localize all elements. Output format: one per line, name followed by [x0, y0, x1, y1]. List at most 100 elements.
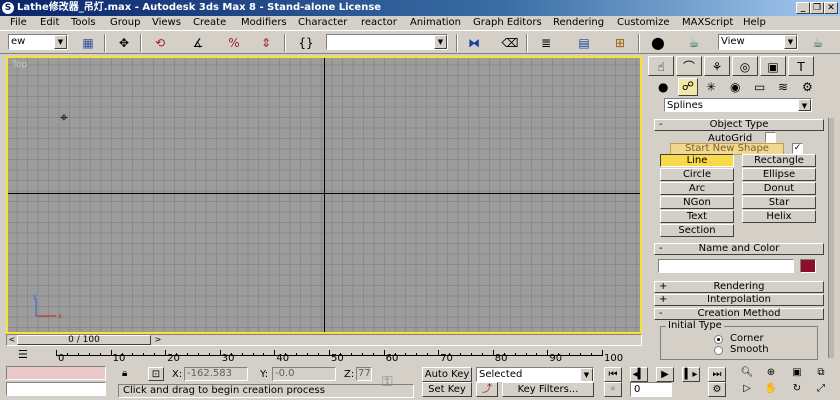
- auto-key-button[interactable]: Auto Key: [422, 367, 472, 382]
- angle-snap-icon[interactable]: ∡: [188, 34, 208, 52]
- field-of-view-icon[interactable]: ▷: [738, 382, 756, 397]
- x-coord-field[interactable]: -162.583: [184, 367, 248, 381]
- next-frame-arrow[interactable]: >: [153, 335, 163, 345]
- menu-graph-editors[interactable]: Graph Editors: [473, 16, 542, 30]
- set-key-button[interactable]: Set Key: [422, 382, 472, 397]
- material-editor-icon[interactable]: ⬤: [648, 34, 668, 52]
- arc-button[interactable]: Arc: [660, 182, 734, 195]
- pan-hand-icon[interactable]: ✋: [762, 382, 780, 397]
- ngon-button[interactable]: NGon: [660, 196, 734, 209]
- track-bar[interactable]: ☰ 0 10 20 30 40 50 60 70 80 90 100: [6, 348, 642, 366]
- object-color-swatch[interactable]: [800, 259, 816, 273]
- object-type-rollout-header[interactable]: - Object Type: [654, 119, 824, 131]
- menu-group[interactable]: Group: [110, 16, 140, 30]
- y-coord-field[interactable]: -0.0: [272, 367, 336, 381]
- menu-maxscript[interactable]: MAXScript: [682, 16, 733, 30]
- helpers-category-icon[interactable]: ▭: [754, 80, 765, 94]
- absolute-mode-transform-icon[interactable]: ⊡: [148, 367, 164, 381]
- star-button[interactable]: Star: [742, 196, 816, 209]
- track-ruler[interactable]: 0 10 20 30 40 50 60 70 80 90 100: [56, 348, 623, 364]
- autogrid-checkbox[interactable]: [765, 132, 776, 143]
- key-mode-toggle-icon[interactable]: ◦: [604, 382, 622, 397]
- lights-category-icon[interactable]: ✳: [706, 80, 716, 94]
- maximize-viewport-icon[interactable]: ⤢: [812, 382, 830, 397]
- select-by-name-icon[interactable]: ▦: [78, 34, 98, 52]
- set-key-icon[interactable]: ⚿: [382, 374, 393, 390]
- menu-views[interactable]: Views: [152, 16, 181, 30]
- menu-file[interactable]: File: [10, 16, 27, 30]
- schematic-view-icon[interactable]: ⊞: [610, 34, 630, 52]
- menu-character[interactable]: Character: [298, 16, 347, 30]
- shapes-category-icon[interactable]: ☍: [678, 78, 698, 96]
- helix-button[interactable]: Helix: [742, 210, 816, 223]
- mini-curve-editor-icon[interactable]: ☰: [18, 348, 28, 361]
- time-slider-thumb[interactable]: 0 / 100: [17, 335, 151, 345]
- maxscript-listener-pink[interactable]: [6, 366, 106, 380]
- current-frame-field[interactable]: 0: [630, 382, 672, 397]
- circle-button[interactable]: Circle: [660, 168, 734, 181]
- space-warps-category-icon[interactable]: ≋: [778, 80, 788, 94]
- go-to-start-icon[interactable]: ⏮: [604, 367, 622, 382]
- app-logo-icon[interactable]: S: [2, 2, 14, 14]
- interpolation-rollout-header[interactable]: + Interpolation: [654, 294, 824, 306]
- object-name-field[interactable]: [658, 259, 794, 273]
- menu-tools[interactable]: Tools: [71, 16, 96, 30]
- menu-customize[interactable]: Customize: [617, 16, 670, 30]
- z-coord-field[interactable]: 77: [356, 367, 372, 381]
- curve-editor-icon[interactable]: ▤: [574, 34, 594, 52]
- section-button[interactable]: Section: [660, 224, 734, 237]
- prev-frame-arrow[interactable]: <: [7, 335, 17, 345]
- display-tab-icon[interactable]: ▣: [760, 56, 786, 76]
- geometry-category-icon[interactable]: ●: [658, 80, 668, 94]
- reference-coordinate-dropdown[interactable]: View ▼: [718, 34, 798, 50]
- menu-rendering[interactable]: Rendering: [553, 16, 604, 30]
- restore-button[interactable]: ❐: [810, 2, 824, 14]
- key-filters-button[interactable]: Key Filters...: [502, 382, 594, 397]
- name-and-color-rollout-header[interactable]: - Name and Color: [654, 243, 824, 255]
- key-selection-dropdown[interactable]: Selected ▼: [476, 367, 594, 382]
- motion-tab-icon[interactable]: ◎: [732, 56, 758, 76]
- viewport-label[interactable]: Top: [12, 60, 27, 70]
- donut-button[interactable]: Donut: [742, 182, 816, 195]
- snap-toggle-icon[interactable]: ⟲: [150, 34, 170, 52]
- time-slider[interactable]: 0 / 100 < >: [6, 334, 642, 346]
- zoom-extents-icon[interactable]: ▣: [788, 366, 806, 381]
- next-frame-icon[interactable]: ▍▸: [682, 367, 700, 382]
- command-panel-scrollbar[interactable]: [828, 118, 834, 358]
- zoom-icon[interactable]: 🔍︎: [738, 366, 756, 381]
- render-scene-icon[interactable]: ☕: [684, 34, 704, 52]
- menu-create[interactable]: Create: [193, 16, 226, 30]
- utilities-tab-icon[interactable]: T: [788, 56, 814, 76]
- zoom-all-icon[interactable]: ⊕: [762, 366, 780, 381]
- menu-edit[interactable]: Edit: [40, 16, 59, 30]
- menu-modifiers[interactable]: Modifiers: [241, 16, 287, 30]
- start-new-shape-checkbox[interactable]: ✓: [792, 143, 803, 154]
- zoom-extents-all-icon[interactable]: ⧉: [812, 366, 830, 381]
- create-tab-icon[interactable]: ☝: [648, 56, 674, 76]
- edit-named-selection-icon[interactable]: {}: [296, 34, 316, 52]
- mirror-icon[interactable]: ⧓: [464, 34, 484, 52]
- layer-manager-icon[interactable]: ≣: [536, 34, 556, 52]
- previous-frame-icon[interactable]: ◂▍: [630, 367, 648, 382]
- shape-category-dropdown[interactable]: Splines ▼: [664, 98, 812, 112]
- default-in-out-tangent-icon[interactable]: ⤴: [476, 382, 498, 397]
- arc-rotate-icon[interactable]: ↻: [788, 382, 806, 397]
- top-viewport[interactable]: Top ⌖ y x: [6, 56, 642, 334]
- selection-filter-dropdown[interactable]: ew ▼: [8, 34, 68, 50]
- creation-method-rollout-header[interactable]: - Creation Method: [654, 308, 824, 320]
- select-and-move-icon[interactable]: ✥: [114, 34, 134, 52]
- hierarchy-tab-icon[interactable]: ⚘: [704, 56, 730, 76]
- corner-radio[interactable]: [714, 335, 723, 344]
- go-to-end-icon[interactable]: ⏭: [708, 367, 726, 382]
- menu-help[interactable]: Help: [743, 16, 766, 30]
- time-configuration-icon[interactable]: ⚙: [708, 382, 726, 397]
- text-button[interactable]: Text: [660, 210, 734, 223]
- menu-animation[interactable]: Animation: [410, 16, 461, 30]
- systems-category-icon[interactable]: ⚙: [802, 80, 813, 94]
- modify-tab-icon[interactable]: ⌒: [676, 56, 702, 76]
- menu-reactor[interactable]: reactor: [361, 16, 397, 30]
- line-button[interactable]: Line: [660, 154, 734, 167]
- lock-selection-icon[interactable]: 🔒︎: [122, 368, 127, 379]
- align-icon[interactable]: ⌫: [500, 34, 520, 52]
- named-selection-dropdown[interactable]: ▼: [326, 34, 448, 50]
